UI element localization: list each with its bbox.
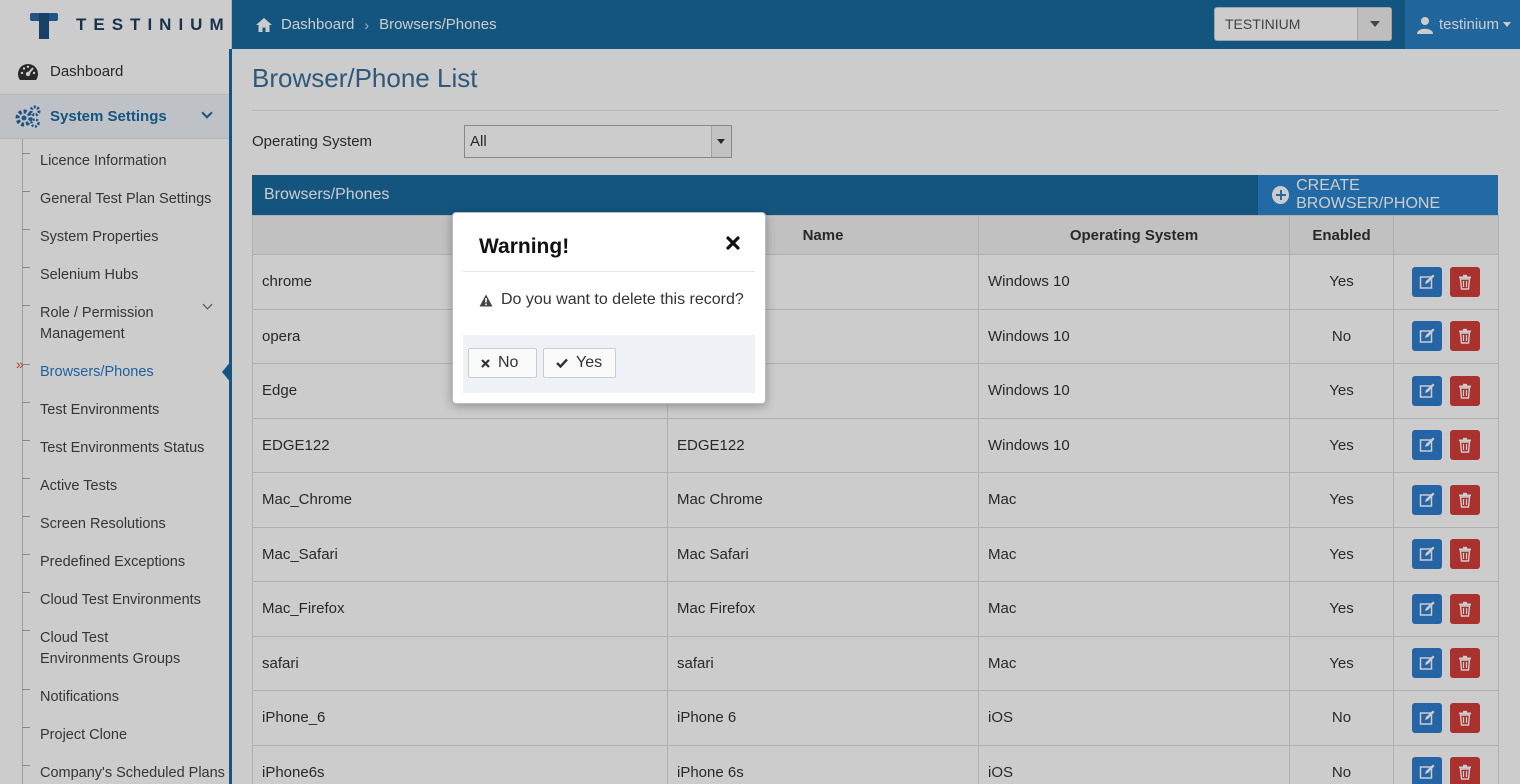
dialog-message-text: Do you want to delete this record? bbox=[501, 291, 744, 308]
no-button-label: No bbox=[498, 354, 519, 371]
dialog-divider bbox=[463, 271, 755, 272]
check-icon bbox=[556, 358, 568, 368]
no-button[interactable]: No bbox=[468, 348, 537, 378]
warning-icon bbox=[479, 294, 493, 306]
warning-dialog: Warning! Do you want to delete this reco… bbox=[452, 212, 766, 404]
close-icon[interactable] bbox=[725, 235, 741, 251]
yes-button[interactable]: Yes bbox=[543, 348, 616, 378]
yes-button-label: Yes bbox=[576, 354, 603, 371]
dialog-footer: No Yes bbox=[463, 335, 755, 393]
dialog-title: Warning! bbox=[479, 235, 570, 258]
close-icon bbox=[481, 358, 490, 368]
dialog-message: Do you want to delete this record? bbox=[479, 291, 744, 309]
